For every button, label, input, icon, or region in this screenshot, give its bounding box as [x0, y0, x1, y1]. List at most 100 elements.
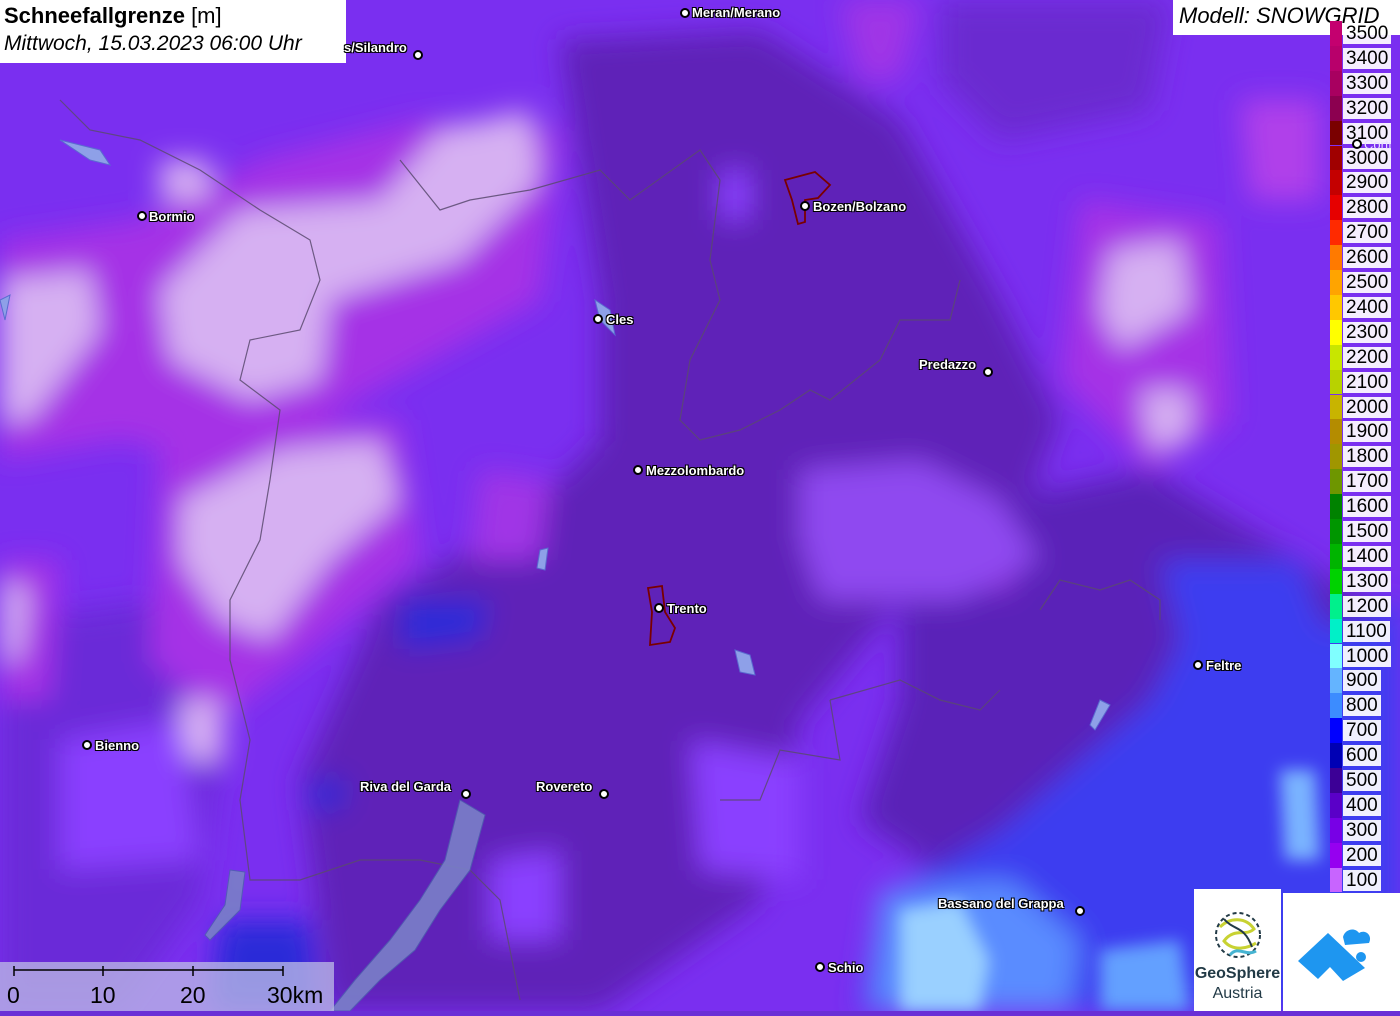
scale-label-10: 10 [90, 982, 116, 1008]
city-marker-icon[interactable] [137, 211, 147, 221]
legend-swatch [1330, 867, 1342, 893]
legend-label: 1000 [1343, 645, 1392, 667]
legend-label: 400 [1343, 794, 1381, 816]
legend-label: 2100 [1343, 371, 1392, 393]
legend-entry: 1000 [1328, 643, 1400, 669]
legend-swatch [1330, 120, 1342, 146]
city-label[interactable]: Trento [667, 601, 707, 616]
legend-entry: 2900 [1328, 170, 1400, 196]
legend-swatch [1330, 668, 1342, 694]
legend-label: 1500 [1343, 521, 1392, 542]
scale-bar: 0 10 20 30km [0, 962, 334, 1011]
legend-swatch [1330, 21, 1342, 46]
map-datetime: Mittwoch, 15.03.2023 06:00 Uhr [4, 32, 302, 55]
city-marker-icon[interactable] [413, 50, 423, 60]
snow-cloud-icon [1298, 929, 1371, 981]
legend-swatch [1330, 842, 1342, 868]
legend-entry: 1600 [1328, 494, 1400, 519]
legend-entry: 100 [1328, 867, 1400, 893]
city-label[interactable]: Feltre [1206, 658, 1241, 673]
city-marker-icon[interactable] [680, 8, 690, 18]
legend-entry: 1900 [1328, 419, 1400, 445]
legend-entry: 3400 [1328, 45, 1400, 71]
city-marker-icon[interactable] [1352, 139, 1362, 149]
legend-entry: 2200 [1328, 344, 1400, 370]
legend-label: 2700 [1343, 222, 1392, 244]
legend-label: 3400 [1343, 47, 1392, 69]
legend-swatch [1330, 220, 1342, 246]
city-marker-icon[interactable] [1075, 906, 1085, 916]
city-label[interactable]: Corti [1364, 137, 1391, 152]
legend-swatch [1330, 494, 1342, 519]
city-label[interactable]: Meran/Merano [692, 5, 780, 20]
city-label[interactable]: Bormio [149, 209, 195, 224]
city-label[interactable]: s/Silandro [344, 40, 407, 55]
legend-swatch [1330, 618, 1342, 644]
city-marker-icon[interactable] [1193, 660, 1203, 670]
legend-entry: 1700 [1328, 469, 1400, 495]
geosphere-logo-line1: GeoSphere [1194, 965, 1281, 982]
city-marker-icon[interactable] [593, 314, 603, 324]
legend-label: 2400 [1343, 296, 1392, 318]
snowline-map[interactable] [0, 0, 1400, 1011]
legend-entry: 700 [1328, 718, 1400, 744]
legend-label: 2600 [1343, 247, 1392, 269]
legend-entry: 2700 [1328, 220, 1400, 246]
legend-label: 2900 [1343, 172, 1392, 194]
legend-entry: 2600 [1328, 245, 1400, 270]
legend-label: 600 [1343, 745, 1381, 767]
legend-entry: 1800 [1328, 444, 1400, 470]
city-label[interactable]: Bienno [95, 738, 139, 753]
legend-swatch [1330, 768, 1342, 793]
legend-label: 2000 [1343, 396, 1392, 418]
legend-label: 200 [1343, 844, 1381, 866]
legend-swatch [1330, 743, 1342, 768]
legend-swatch [1330, 394, 1342, 420]
city-marker-icon[interactable] [800, 201, 810, 211]
city-label[interactable]: Riva del Garda [360, 779, 451, 794]
city-label[interactable]: Bassano del Grappa [938, 896, 1064, 911]
legend-swatch [1330, 70, 1342, 96]
legend-swatch [1330, 145, 1342, 171]
legend-swatch [1330, 792, 1342, 818]
city-marker-icon[interactable] [82, 740, 92, 750]
legend-label: 3200 [1343, 97, 1392, 119]
legend-label: 1100 [1343, 620, 1390, 642]
city-label[interactable]: Mezzolombardo [646, 463, 744, 478]
city-marker-icon[interactable] [633, 465, 643, 475]
legend-swatch [1330, 543, 1342, 569]
city-label[interactable]: Bozen/Bolzano [813, 199, 906, 214]
legend-label: 1700 [1343, 471, 1392, 493]
legend-swatch [1330, 568, 1342, 594]
city-marker-icon[interactable] [654, 603, 664, 613]
legend-entry: 1500 [1328, 519, 1400, 544]
city-marker-icon[interactable] [461, 789, 471, 799]
city-label[interactable]: Rovereto [536, 779, 592, 794]
legend-label: 300 [1343, 819, 1381, 841]
city-marker-icon[interactable] [599, 789, 609, 799]
legend-label: 1300 [1343, 570, 1392, 592]
legend-label: 3500 [1343, 23, 1392, 44]
legend-label: 1200 [1343, 595, 1392, 617]
city-label[interactable]: Schio [828, 960, 863, 975]
legend-label: 1600 [1343, 496, 1392, 518]
city-marker-icon[interactable] [983, 367, 993, 377]
city-label[interactable]: Cles [606, 312, 633, 327]
map-title-box: Schneefallgrenze [m] Mittwoch, 15.03.202… [0, 0, 346, 63]
legend-label: 2500 [1343, 272, 1392, 293]
legend-label: 700 [1343, 720, 1381, 742]
scale-label-20: 20 [180, 982, 206, 1008]
city-marker-icon[interactable] [815, 962, 825, 972]
weather-app-logo[interactable] [1283, 893, 1400, 1011]
legend-swatch [1330, 817, 1342, 843]
legend-swatch [1330, 469, 1342, 495]
scale-label-30km: 30km [267, 982, 324, 1008]
city-label[interactable]: Predazzo [919, 357, 976, 372]
legend-swatch [1330, 693, 1342, 719]
legend-entry: 400 [1328, 792, 1400, 818]
map-title: Schneefallgrenze [m] [4, 3, 222, 28]
legend-entry: 2300 [1328, 319, 1400, 345]
legend-swatch [1330, 270, 1342, 295]
legend-label: 2800 [1343, 197, 1392, 219]
geosphere-austria-logo[interactable]: GeoSphere Austria [1194, 889, 1281, 1011]
